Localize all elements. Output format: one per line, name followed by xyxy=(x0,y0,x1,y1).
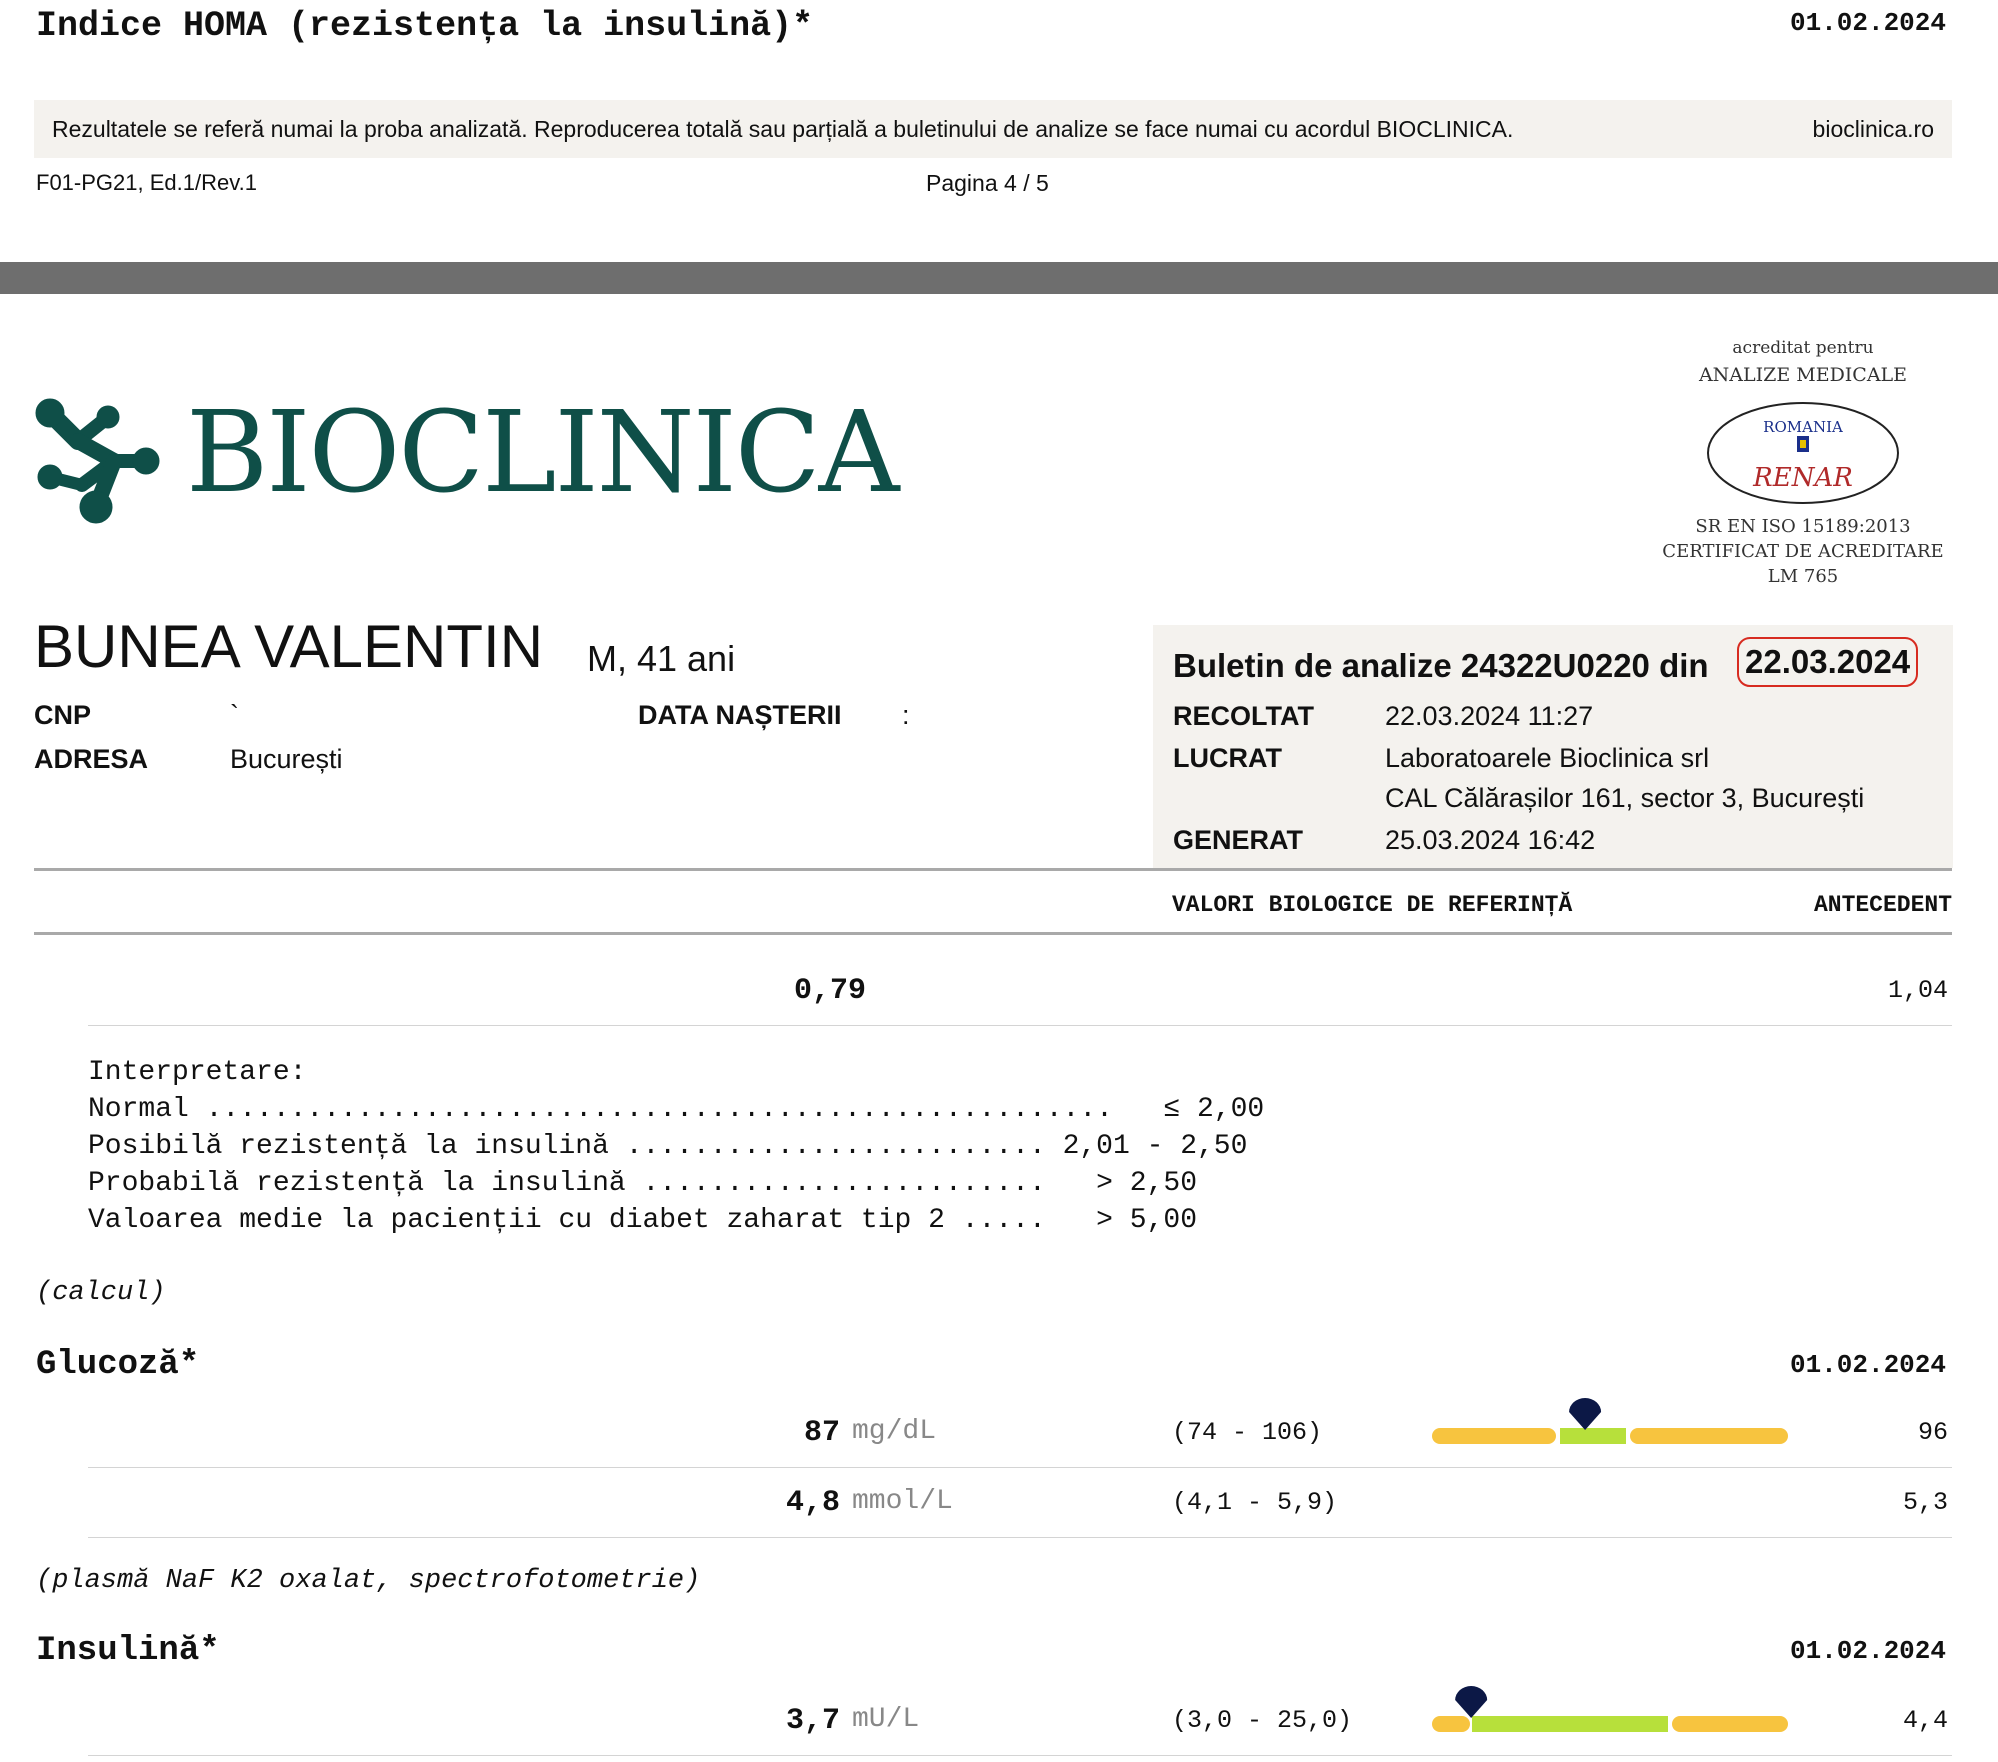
collected-value: 22.03.2024 11:27 xyxy=(1385,701,1594,731)
worked-address: CAL Călărașilor 161, sector 3, București xyxy=(1385,783,1865,813)
divider xyxy=(88,1537,1952,1538)
page-number: Pagina 4 / 5 xyxy=(926,170,1049,196)
glucose-range-mmol: (4,1 - 5,9) xyxy=(1172,1488,1338,1517)
collected-label: RECOLTAT xyxy=(1173,701,1314,731)
worked-value: Laboratoarele Bioclinica srl xyxy=(1385,743,1710,773)
divider xyxy=(34,932,1952,935)
interpretation-label: Probabilă rezistență la insulină .......… xyxy=(88,1168,1046,1199)
bulletin-info-box: Buletin de analize 24322U0220 din 22.03.… xyxy=(1153,625,1953,868)
cnp-label: CNP xyxy=(34,700,92,730)
birth-date-value: : xyxy=(902,700,910,730)
interpretation-label: Normal .................................… xyxy=(88,1094,1113,1125)
divider xyxy=(34,868,1952,871)
accreditation-line1: acreditat pentru xyxy=(1732,338,1874,358)
column-header-reference: VALORI BIOLOGICE DE REFERINȚĂ xyxy=(1172,892,1573,918)
divider xyxy=(88,1755,1952,1756)
address-value: București xyxy=(230,744,343,774)
patient-sex-age: M, 41 ani xyxy=(587,638,736,679)
interpretation-title: Interpretare: xyxy=(88,1057,307,1088)
homa-interpretation: Interpretare: Normal ...................… xyxy=(88,1054,1264,1239)
interpretation-label: Valoarea medie la pacienții cu diabet za… xyxy=(88,1205,1046,1236)
insulin-range: (3,0 - 25,0) xyxy=(1172,1706,1353,1735)
birth-date-label: DATA NAȘTERII xyxy=(638,700,842,730)
insulin-date: 01.02.2024 xyxy=(1789,1636,1946,1666)
accreditation-code: LM 765 xyxy=(1767,566,1839,587)
divider xyxy=(88,1467,1952,1468)
glucose-range-mgdl: (74 - 106) xyxy=(1172,1418,1323,1447)
divider xyxy=(88,1025,1952,1026)
section-date-homa: 01.02.2024 xyxy=(1789,8,1946,38)
glucose-gauge xyxy=(1432,1398,1788,1444)
glucose-date: 01.02.2024 xyxy=(1789,1350,1946,1380)
patient-name: BUNEA VALENTIN xyxy=(34,613,544,680)
glucose-unit-mgdl: mg/dL xyxy=(852,1416,937,1447)
section-title-homa: Indice HOMA (rezistența la insulină)* xyxy=(36,6,814,46)
accreditation-line2: ANALIZE MEDICALE xyxy=(1698,364,1908,386)
glucose-value-mgdl: 87 xyxy=(803,1416,840,1450)
glucose-title: Glucoză* xyxy=(36,1346,200,1384)
interpretation-range: 2,01 - 2,50 xyxy=(1045,1131,1248,1162)
generated-value: 25.03.2024 16:42 xyxy=(1385,825,1596,855)
seal-bottom-text: RENAR xyxy=(1752,463,1853,493)
interpretation-range: > 2,50 xyxy=(1045,1168,1197,1199)
insulin-value: 3,7 xyxy=(785,1704,840,1738)
accreditation-certificate: CERTIFICAT DE ACREDITARE xyxy=(1662,541,1944,562)
disclaimer-text: Rezultatele se referă numai la proba ana… xyxy=(52,116,1514,142)
accreditation-block: acreditat pentru ANALIZE MEDICALE ROMANI… xyxy=(1650,338,1956,587)
brand-name: BIOCLINICA xyxy=(186,388,899,518)
homa-value: 0,79 xyxy=(793,974,866,1008)
interpretation-range: ≤ 2,00 xyxy=(1112,1094,1265,1125)
renar-seal-icon: ROMANIA RENAR xyxy=(1707,402,1899,504)
insulin-gauge-marker xyxy=(1455,1686,1488,1718)
column-header-previous: ANTECEDENT xyxy=(1813,892,1952,918)
seal-top-text: ROMANIA xyxy=(1763,418,1843,436)
glucose-previous-mgdl: 96 xyxy=(1917,1418,1948,1447)
bulletin-title: Buletin de analize 24322U0220 din xyxy=(1173,647,1709,684)
cnp-value: ` xyxy=(230,700,239,730)
insulin-gauge xyxy=(1432,1686,1788,1732)
form-code: F01-PG21, Ed.1/Rev.1 xyxy=(36,170,257,195)
generated-label: GENERAT xyxy=(1173,825,1304,855)
insulin-title: Insulină* xyxy=(36,1632,220,1670)
glucose-gauge-marker xyxy=(1569,1398,1602,1430)
bulletin-date: 22.03.2024 xyxy=(1737,637,1919,687)
interpretation-range: > 5,00 xyxy=(1045,1205,1197,1236)
glucose-previous-mmol: 5,3 xyxy=(1902,1488,1948,1517)
page-separator xyxy=(0,262,1998,294)
homa-method: (calcul) xyxy=(36,1278,166,1308)
accreditation-standard: SR EN ISO 15189:2013 xyxy=(1695,516,1911,537)
bioclinica-logo-icon xyxy=(35,398,160,524)
homa-previous: 1,04 xyxy=(1887,976,1948,1005)
glucose-value-mmol: 4,8 xyxy=(785,1486,840,1520)
website-link[interactable]: bioclinica.ro xyxy=(1813,116,1934,143)
interpretation-label: Posibilă rezistență la insulină ........… xyxy=(88,1131,1046,1162)
worked-label: LUCRAT xyxy=(1173,743,1282,773)
insulin-previous: 4,4 xyxy=(1902,1706,1948,1735)
insulin-unit: mU/L xyxy=(852,1704,920,1735)
disclaimer-bar: Rezultatele se referă numai la proba ana… xyxy=(34,100,1952,158)
glucose-method: (plasmă NaF K2 oxalat, spectrofotometrie… xyxy=(36,1566,701,1596)
glucose-unit-mmol: mmol/L xyxy=(852,1486,953,1517)
address-label: ADRESA xyxy=(34,744,149,774)
